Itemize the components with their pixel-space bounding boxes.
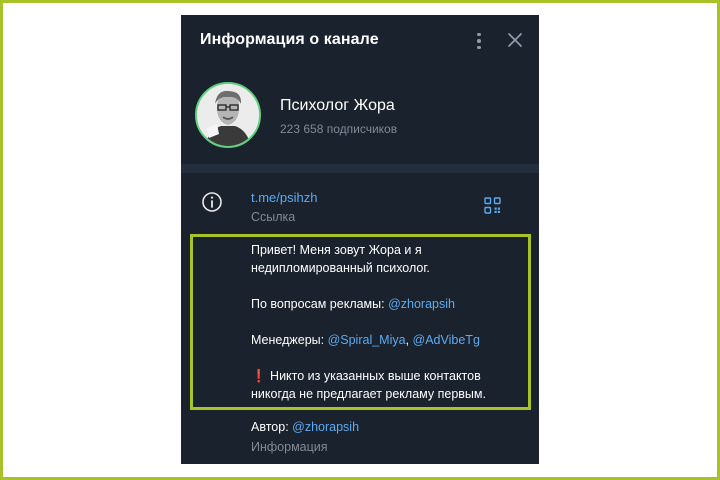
more-vertical-icon[interactable] bbox=[469, 31, 489, 51]
channel-name: Психолог Жора bbox=[280, 97, 395, 114]
avatar[interactable] bbox=[195, 82, 261, 148]
qr-code-icon[interactable] bbox=[484, 197, 501, 214]
subscriber-count: 223 658 подписчиков bbox=[280, 122, 398, 136]
section-divider bbox=[181, 164, 539, 173]
author-mention[interactable]: @zhorapsih bbox=[292, 420, 359, 434]
channel-link-label: Ссылка bbox=[251, 210, 296, 224]
author-line: Автор: @zhorapsih bbox=[251, 420, 359, 434]
channel-link[interactable]: t.me/psihzh bbox=[251, 190, 317, 205]
author-prefix: Автор: bbox=[251, 420, 293, 434]
close-icon[interactable] bbox=[506, 31, 524, 49]
description-highlight-box bbox=[190, 234, 531, 410]
panel-title: Информация о канале bbox=[200, 31, 379, 48]
info-icon bbox=[202, 192, 222, 212]
author-label: Информация bbox=[251, 440, 328, 454]
